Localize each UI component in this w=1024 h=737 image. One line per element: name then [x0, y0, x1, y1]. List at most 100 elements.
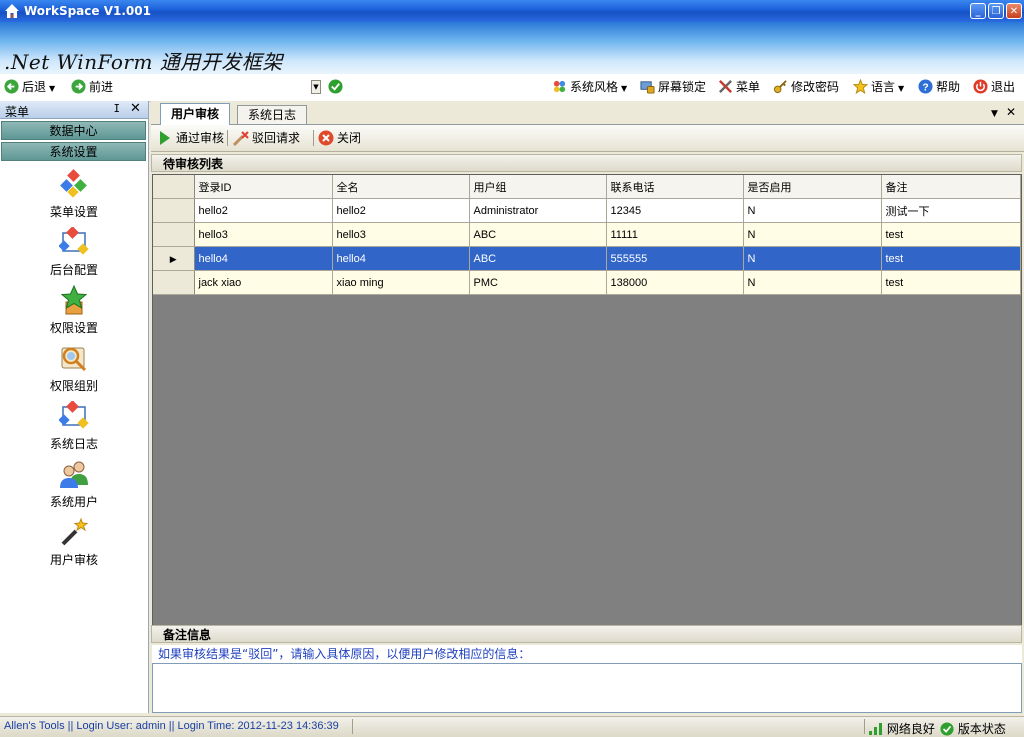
close-button[interactable]: 关闭 — [318, 129, 361, 147]
tab-list-dropdown-icon[interactable]: ▼ — [991, 109, 998, 119]
close-icon[interactable]: ✕ — [130, 101, 141, 116]
exit-button[interactable]: 退出 — [973, 78, 1015, 96]
chevron-down-icon[interactable]: ▼ — [49, 84, 55, 93]
tools-icon — [719, 80, 732, 93]
cell-user-group[interactable]: Administrator — [469, 198, 607, 223]
sidebar-item-system-users[interactable]: 系统用户 — [0, 459, 148, 515]
cell-enabled[interactable]: N — [743, 198, 882, 223]
table-row-selected[interactable]: ▶ hello4 hello4 ABC 555555 N test — [153, 246, 1021, 271]
chevron-down-icon: ▼ — [898, 84, 905, 93]
sidebar-item-permission-settings[interactable]: 权限设置 — [0, 285, 148, 341]
column-header-phone[interactable]: 联系电话 — [606, 175, 744, 199]
current-row-indicator-icon: ▶ — [169, 253, 177, 264]
star-icon — [853, 79, 868, 94]
pending-users-grid[interactable]: 登录ID 全名 用户组 联系电话 是否启用 备注 hello2 hello2 A… — [152, 174, 1022, 626]
cell-full-name[interactable]: xiao ming — [332, 270, 470, 295]
forward-button[interactable]: 前进 — [71, 78, 113, 96]
cell-phone[interactable]: 12345 — [606, 198, 744, 223]
change-password-button[interactable]: 修改密码 — [773, 78, 839, 96]
row-header-corner[interactable] — [153, 175, 195, 199]
lock-screen-icon — [640, 81, 655, 94]
row-header[interactable] — [153, 222, 195, 247]
pin-icon[interactable]: ⵊ — [114, 102, 120, 115]
status-login-info: Allen's Tools || Login User: admin || Lo… — [4, 720, 339, 732]
screen-lock-button[interactable]: 屏幕锁定 — [640, 78, 706, 96]
sidebar-group-system-settings[interactable]: 系统设置 — [1, 142, 146, 161]
sidebar-item-menu-settings[interactable]: 菜单设置 — [0, 169, 148, 225]
table-row[interactable]: hello3 hello3 ABC 11111 N test — [153, 222, 1021, 247]
tab-user-audit[interactable]: 用户审核 — [160, 103, 231, 125]
version-status: 版本状态 — [940, 720, 1006, 737]
cell-login-id[interactable]: hello4 — [194, 246, 333, 271]
check-circle-icon — [940, 722, 954, 736]
remarks-textarea[interactable] — [152, 663, 1022, 713]
minimize-button[interactable]: _ — [970, 3, 986, 19]
cell-login-id[interactable]: hello3 — [194, 222, 333, 247]
restore-button[interactable]: ❐ — [988, 3, 1004, 19]
column-header-login-id[interactable]: 登录ID — [194, 175, 333, 199]
cell-enabled[interactable]: N — [743, 270, 882, 295]
cell-user-group[interactable]: ABC — [469, 246, 607, 271]
pending-list-header: 待审核列表 — [151, 154, 1022, 172]
language-button[interactable]: 语言 ▼ — [853, 78, 904, 96]
sidebar-item-permission-groups[interactable]: 权限组别 — [0, 343, 148, 399]
pending-users-table: 登录ID 全名 用户组 联系电话 是否启用 备注 hello2 hello2 A… — [153, 175, 1021, 295]
reject-button[interactable]: 驳回请求 — [233, 129, 300, 147]
column-header-full-name[interactable]: 全名 — [332, 175, 470, 199]
approve-button[interactable]: 通过审核 — [157, 129, 224, 147]
separator — [864, 719, 865, 734]
cell-phone[interactable]: 138000 — [606, 270, 744, 295]
menu-button[interactable]: 菜单 — [718, 78, 760, 96]
row-header[interactable] — [153, 198, 195, 223]
signal-icon — [869, 723, 882, 735]
cell-full-name[interactable]: hello2 — [332, 198, 470, 223]
cell-phone[interactable]: 555555 — [606, 246, 744, 271]
backend-config-icon — [59, 227, 89, 255]
table-row[interactable]: jack xiao xiao ming PMC 138000 N test — [153, 270, 1021, 295]
cell-note[interactable]: test — [881, 222, 1021, 247]
cell-note[interactable]: test — [881, 246, 1021, 271]
cell-login-id[interactable]: hello2 — [194, 198, 333, 223]
brand-text: .Net WinForm 通用开发框架 — [4, 50, 283, 74]
table-row[interactable]: hello2 hello2 Administrator 12345 N 测试一下 — [153, 198, 1021, 223]
cell-enabled[interactable]: N — [743, 222, 882, 247]
column-header-note[interactable]: 备注 — [881, 175, 1021, 199]
title-bar: WorkSpace V1.001 _ ❐ ✕ — [0, 0, 1024, 22]
remarks-header: 备注信息 — [151, 625, 1022, 643]
close-window-button[interactable]: ✕ — [1006, 3, 1022, 19]
cell-note[interactable]: test — [881, 270, 1021, 295]
back-button[interactable]: 后退 ▼ — [4, 78, 55, 96]
go-button[interactable] — [328, 78, 346, 96]
column-header-user-group[interactable]: 用户组 — [469, 175, 607, 199]
help-button[interactable]: ? 帮助 — [918, 78, 960, 96]
cell-note[interactable]: 测试一下 — [881, 198, 1021, 223]
sidebar-item-user-audit[interactable]: 用户审核 — [0, 517, 148, 573]
sidebar-group-data-center[interactable]: 数据中心 — [1, 121, 146, 140]
sidebar-header: 菜单 ⵊ ✕ — [0, 101, 148, 119]
play-icon — [160, 131, 170, 145]
svg-text:?: ? — [922, 82, 928, 93]
separator — [352, 719, 353, 734]
tab-system-log[interactable]: 系统日志 — [237, 105, 308, 124]
cell-phone[interactable]: 11111 — [606, 222, 744, 247]
sidebar-item-system-log[interactable]: 系统日志 — [0, 401, 148, 457]
system-log-icon — [59, 401, 89, 429]
app-banner: .Net WinForm 通用开发框架 — [0, 22, 1024, 74]
cell-full-name[interactable]: hello4 — [332, 246, 470, 271]
cell-login-id[interactable]: jack xiao — [194, 270, 333, 295]
row-header[interactable] — [153, 270, 195, 295]
cell-enabled[interactable]: N — [743, 246, 882, 271]
row-header-current[interactable]: ▶ — [153, 246, 195, 271]
sidebar-item-backend-config[interactable]: 后台配置 — [0, 227, 148, 283]
palette-icon — [553, 80, 566, 93]
column-header-enabled[interactable]: 是否启用 — [743, 175, 882, 199]
magic-wand-icon — [61, 517, 89, 546]
address-dropdown[interactable]: ▼ — [311, 80, 321, 94]
close-tab-icon[interactable]: ✕ — [1006, 105, 1016, 119]
system-style-button[interactable]: 系统风格 ▼ — [552, 78, 627, 96]
cell-user-group[interactable]: PMC — [469, 270, 607, 295]
permission-star-icon — [60, 285, 88, 315]
cell-full-name[interactable]: hello3 — [332, 222, 470, 247]
cell-user-group[interactable]: ABC — [469, 222, 607, 247]
check-circle-icon — [328, 79, 343, 94]
